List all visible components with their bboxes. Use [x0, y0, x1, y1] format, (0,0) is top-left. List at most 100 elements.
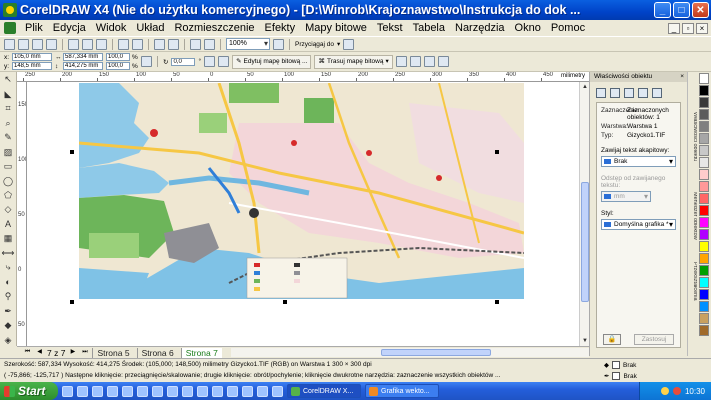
color-swatch[interactable] [699, 289, 709, 300]
color-swatch[interactable] [699, 85, 709, 96]
scale-y-field[interactable]: 100,0 [106, 62, 130, 70]
open-icon[interactable] [18, 38, 29, 50]
blend-tool-icon[interactable]: ◐ [2, 277, 15, 288]
quicklaunch-browser-icon[interactable] [62, 385, 73, 397]
menu-window[interactable]: Okno [510, 22, 546, 34]
last-page-icon[interactable]: ⏭ [80, 348, 89, 357]
ellipse-tool-icon[interactable]: ◯ [2, 175, 15, 186]
export-icon[interactable] [168, 38, 179, 50]
quicklaunch-app-icon[interactable] [227, 385, 238, 397]
menu-help[interactable]: Pomoc [546, 22, 590, 34]
menu-arrange[interactable]: Rozmieszczenie [169, 22, 259, 34]
color-swatch[interactable] [699, 253, 709, 264]
style-select[interactable]: Domyślna grafika * [601, 219, 676, 230]
menu-text[interactable]: Tekst [372, 22, 408, 34]
color-swatch[interactable] [699, 133, 709, 144]
taskbar-coreldraw[interactable]: CorelDRAW X... [287, 384, 361, 398]
zoom-combo[interactable]: 100% [226, 38, 270, 50]
menu-layout[interactable]: Układ [131, 22, 169, 34]
color-swatch[interactable] [699, 193, 709, 204]
basic-shapes-tool-icon[interactable]: ◇ [2, 204, 15, 215]
menu-tools[interactable]: Narzędzia [450, 22, 510, 34]
doc-close-button[interactable]: × [696, 22, 708, 34]
quicklaunch-app-icon[interactable] [257, 385, 268, 397]
copy-icon[interactable] [82, 38, 93, 50]
interactive-fill-tool-icon[interactable]: ◈ [2, 334, 15, 345]
internet-tab-icon[interactable] [638, 88, 648, 98]
selection-handle[interactable] [283, 300, 287, 304]
maximize-button[interactable]: □ [673, 2, 690, 18]
color-swatch[interactable] [699, 121, 709, 132]
polygon-tool-icon[interactable]: ⬠ [2, 190, 15, 201]
cut-icon[interactable] [68, 38, 79, 50]
selection-handle[interactable] [495, 150, 499, 154]
color-swatch[interactable] [699, 217, 709, 228]
color-swatch[interactable] [699, 205, 709, 216]
quicklaunch-mail-icon[interactable] [107, 385, 118, 397]
start-button[interactable]: Start [0, 382, 58, 400]
first-page-icon[interactable]: ⏮ [23, 348, 32, 357]
outline-tool-icon[interactable]: ✒ [2, 306, 15, 317]
vertical-scrollbar[interactable]: ▲ ▼ [579, 82, 589, 346]
new-icon[interactable] [4, 38, 15, 50]
import-icon[interactable] [154, 38, 165, 50]
eyedropper-tool-icon[interactable]: ⚲ [2, 291, 15, 302]
outline-indicator[interactable]: ✒ Brak [604, 372, 637, 380]
to-back-icon[interactable] [409, 56, 421, 67]
rotation-angle-field[interactable]: 0,0 [171, 57, 196, 66]
lock-button[interactable]: 🔒 [603, 334, 621, 345]
rectangle-tool-icon[interactable]: ▭ [2, 161, 15, 172]
undo-icon[interactable] [118, 38, 129, 50]
wrap-offset-field[interactable]: mm [601, 191, 651, 202]
general-tab-icon[interactable] [624, 88, 634, 98]
pick-tool-icon[interactable]: ↖ [2, 74, 15, 85]
color-swatch[interactable] [699, 325, 709, 336]
color-swatch[interactable] [699, 277, 709, 288]
application-launcher-icon[interactable] [190, 38, 201, 50]
freehand-tool-icon[interactable]: ✎ [2, 132, 15, 143]
to-front-icon[interactable] [395, 56, 407, 67]
prev-page-icon[interactable]: ◀ [35, 348, 44, 357]
city-map-bitmap[interactable] [79, 83, 524, 299]
quicklaunch-app-icon[interactable] [242, 385, 253, 397]
tray-icon[interactable] [672, 387, 681, 395]
quicklaunch-app-icon[interactable] [137, 385, 148, 397]
quicklaunch-app-icon[interactable] [182, 385, 193, 397]
dimension-tool-icon[interactable]: ⟷ [2, 248, 15, 259]
zoom-tool-icon[interactable]: ⌕ [2, 117, 15, 128]
fill-tab-icon[interactable] [596, 88, 606, 98]
color-swatch[interactable] [699, 181, 709, 192]
docker-close-icon[interactable]: × [680, 72, 684, 82]
lock-ratio-icon[interactable] [141, 56, 152, 67]
edit-bitmap-button[interactable]: ✎ Edytuj mapę bitową ... [232, 54, 312, 69]
apply-button[interactable]: Zastosuj [634, 334, 674, 345]
doc-restore-button[interactable]: ▫ [682, 22, 694, 34]
menu-effects[interactable]: Efekty [260, 22, 301, 34]
vertical-scroll-thumb[interactable] [581, 182, 589, 302]
drawing-canvas[interactable] [27, 82, 579, 346]
text-tool-icon[interactable]: A [2, 219, 15, 230]
menu-file[interactable]: Plik [20, 22, 48, 34]
width-field[interactable]: 587,334 mm [63, 53, 103, 61]
horizontal-scroll-thumb[interactable] [380, 349, 491, 356]
fill-tool-icon[interactable]: ◆ [2, 320, 15, 331]
selection-handle[interactable] [495, 300, 499, 304]
quicklaunch-app-icon[interactable] [212, 385, 223, 397]
smart-fill-tool-icon[interactable]: ▨ [2, 146, 15, 157]
color-swatch[interactable] [699, 265, 709, 276]
horizontal-scrollbar[interactable] [230, 348, 589, 357]
tray-icon[interactable] [660, 387, 669, 395]
convert-to-curves-icon[interactable] [437, 56, 449, 67]
selection-handle[interactable] [70, 300, 74, 304]
y-position-field[interactable]: 148,5 mm [12, 62, 52, 70]
menu-view[interactable]: Widok [91, 22, 132, 34]
color-swatch[interactable] [699, 301, 709, 312]
x-position-field[interactable]: 105,0 mm [12, 53, 52, 61]
connector-tool-icon[interactable]: ⤷ [2, 262, 15, 273]
color-swatch[interactable] [699, 229, 709, 240]
mirror-vertical-icon[interactable] [218, 56, 230, 67]
summary-tab-icon[interactable] [652, 88, 662, 98]
horizontal-ruler[interactable]: milimetry 250 200 150 100 50 0 50 100 150 200 250 3… [17, 72, 589, 82]
print-icon[interactable] [46, 38, 57, 50]
quicklaunch-media-icon[interactable] [92, 385, 103, 397]
